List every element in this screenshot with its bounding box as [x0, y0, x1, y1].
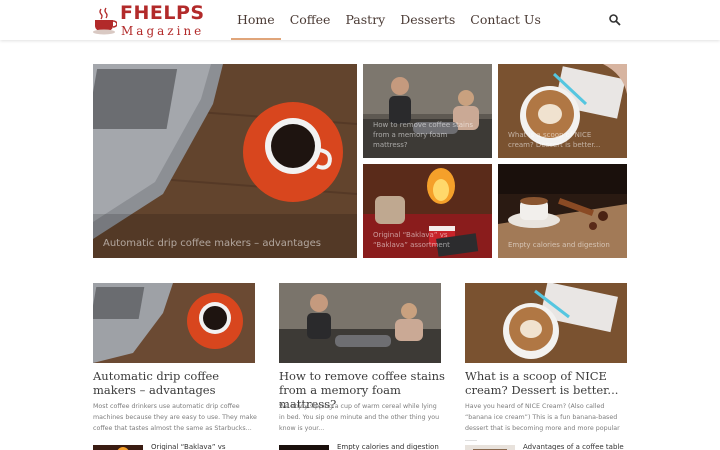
- nav-item-contact-us[interactable]: Contact Us: [464, 0, 547, 40]
- small-post-2-image: [279, 445, 329, 450]
- article-1-title[interactable]: Automatic drip coffee makers – advantage…: [93, 369, 261, 397]
- featured-tile-3[interactable]: Original “Baklava” vs “Baklava” assortme…: [363, 164, 492, 258]
- laptop-coffee-thumb: [93, 283, 255, 363]
- search-icon[interactable]: [608, 13, 622, 27]
- featured-main-title[interactable]: Automatic drip coffee makers – advantage…: [103, 237, 349, 250]
- laptop-coffee-image: [93, 64, 357, 258]
- latte-notebook-thumb: [465, 283, 627, 363]
- article-1-excerpt: Most coffee drinkers use automatic drip …: [93, 403, 257, 432]
- featured-tile-1[interactable]: How to remove coffee stains from a memor…: [363, 64, 492, 158]
- article-3-title[interactable]: What is a scoop of NICE cream? Dessert i…: [465, 369, 633, 397]
- nav-item-coffee[interactable]: Coffee: [284, 0, 337, 40]
- small-post-2-title[interactable]: Empty calories and digestion: [337, 442, 447, 450]
- article-3-excerpt: Have you heard of NICE Cream? (Also call…: [465, 403, 620, 443]
- small-post-3-thumb[interactable]: [465, 442, 515, 450]
- nav-item-home[interactable]: Home: [231, 0, 281, 40]
- small-post-1-image: [93, 445, 143, 450]
- small-post-3-title[interactable]: Advantages of a coffee table: [523, 442, 633, 450]
- featured-tile-4[interactable]: Empty calories and digestion: [498, 164, 627, 258]
- featured-tile-3-title[interactable]: Original “Baklava” vs “Baklava” assortme…: [373, 230, 484, 250]
- featured-tile-4-title[interactable]: Empty calories and digestion: [508, 240, 619, 250]
- article-1-image[interactable]: [93, 283, 255, 363]
- featured-main-post[interactable]: Automatic drip coffee makers – advantage…: [93, 64, 357, 258]
- nav-item-desserts[interactable]: Desserts: [394, 0, 461, 40]
- small-post-1-title[interactable]: Original “Baklava” vs “Baklava”: [151, 442, 261, 450]
- main-nav: Home Coffee Pastry Desserts Contact Us: [231, 0, 550, 40]
- small-post-1-thumb[interactable]: [93, 442, 143, 450]
- site-header: FHELPS Magazine Home Coffee Pastry Desse…: [0, 0, 720, 40]
- site-logo[interactable]: FHELPS Magazine: [93, 3, 213, 39]
- featured-tile-2-title[interactable]: What is a scoop of NICE cream? Dessert i…: [508, 130, 619, 150]
- article-2-image[interactable]: [279, 283, 441, 363]
- coffee-cup-logo-icon: [93, 7, 117, 35]
- small-post-2-thumb[interactable]: [279, 442, 329, 450]
- nav-item-pastry[interactable]: Pastry: [339, 0, 391, 40]
- featured-tile-1-title[interactable]: How to remove coffee stains from a memor…: [373, 120, 484, 150]
- article-2-excerpt: We enjoy sipping a cup of warm cereal wh…: [279, 403, 440, 432]
- logo-name-bottom: Magazine: [121, 24, 205, 38]
- couple-sofa-thumb: [279, 283, 441, 363]
- article-3-image[interactable]: [465, 283, 627, 363]
- small-post-3-image: [465, 445, 515, 450]
- featured-tile-2[interactable]: What is a scoop of NICE cream? Dessert i…: [498, 64, 627, 158]
- logo-name-top: FHELPS: [120, 2, 205, 24]
